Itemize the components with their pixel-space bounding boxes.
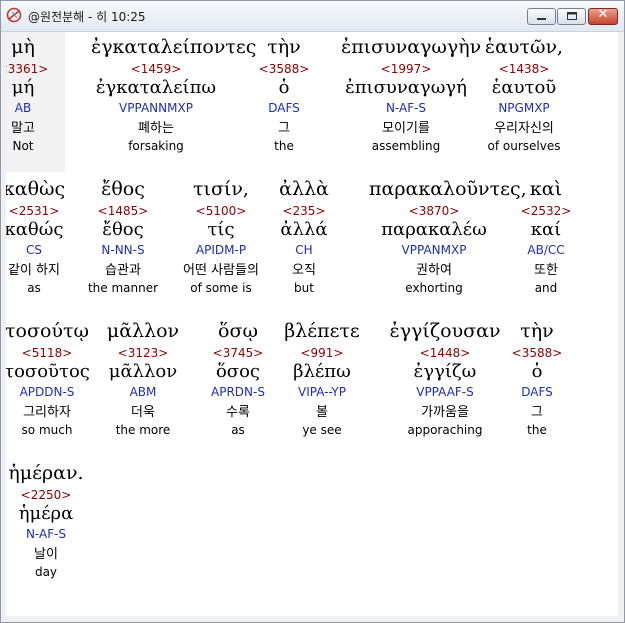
english-gloss: forsaking	[128, 139, 184, 153]
korean-gloss: 날이	[34, 547, 58, 562]
strong-number: <3588>	[258, 62, 310, 76]
strong-number: <3870>	[408, 204, 460, 218]
lemma: ὁ	[278, 77, 290, 98]
korean-gloss: 말고	[11, 121, 35, 136]
minimize-button[interactable]	[527, 8, 556, 25]
english-gloss: ye see	[302, 423, 342, 437]
lemma: ἐπισυναγωγή	[345, 77, 467, 98]
strong-number: <1997>	[380, 62, 432, 76]
greek-word: τὴν	[520, 320, 554, 342]
window-title: @원전분해 - 히 10:25	[28, 10, 146, 24]
strong-number: <1459>	[130, 62, 182, 76]
korean-gloss: 폐하는	[138, 121, 174, 136]
strong-number: <2532>	[520, 204, 572, 218]
english-gloss: exhorting	[405, 281, 463, 295]
greek-word: ἐγκαταλείποντες	[91, 36, 257, 58]
parsing-code: VIPA--YP	[298, 385, 346, 399]
maximize-icon	[567, 12, 577, 20]
strong-number: <1438>	[498, 62, 550, 76]
strong-number: <2250>	[20, 488, 72, 502]
strong-number: <991>	[300, 346, 344, 360]
korean-gloss: 그	[531, 405, 543, 420]
korean-gloss: 권하여	[416, 263, 452, 278]
parsing-code: NPGMXP	[498, 101, 550, 115]
english-gloss: assembling	[371, 139, 441, 153]
lemma: καί	[530, 219, 562, 240]
parsing-code: DAFS	[521, 385, 553, 399]
interlinear-text-area[interactable]: μὴ <3361>μή AB 말고 Not ἐγκαταλείποντες <1459>ἐγ…	[6, 32, 618, 616]
lemma: ἑαυτοῦ	[491, 77, 557, 98]
minimize-icon	[537, 18, 546, 20]
parsing-code: VPPANMXP	[401, 243, 467, 257]
title-bar[interactable]: @원전분해 - 히 10:25 ✕	[1, 1, 624, 32]
parsing-code: AB/CC	[527, 243, 565, 257]
korean-gloss: 모이기를	[382, 121, 430, 136]
korean-gloss: 우리자신의	[494, 121, 554, 136]
parsing-code: N-AF-S	[25, 527, 67, 541]
greek-word: ἀλλὰ	[279, 178, 329, 200]
english-gloss: of ourselves	[487, 139, 561, 153]
parsing-code: N-AF-S	[385, 101, 427, 115]
lemma: βλέπω	[293, 361, 351, 382]
greek-word: ἑαυτῶν,	[484, 36, 564, 58]
greek-word: παρακαλοῦντες,	[369, 178, 527, 200]
lemma: ὁ	[531, 361, 543, 382]
lemma: μή	[11, 77, 35, 98]
korean-gloss: 오직	[292, 263, 316, 278]
greek-word: ἐπισυναγωγὴν	[341, 36, 482, 58]
korean-gloss: 볼	[316, 405, 328, 420]
parsing-code: VPPANNMXP	[119, 101, 193, 115]
lemma: ἡμέρα	[18, 503, 74, 524]
parsing-code: AB	[14, 101, 32, 115]
greek-word: βλέπετε	[284, 320, 360, 342]
english-gloss: Not	[12, 139, 34, 153]
strong-number: <235>	[282, 204, 326, 218]
english-gloss: day	[34, 565, 58, 579]
greek-word: τὴν	[267, 36, 301, 58]
close-icon: ✕	[597, 7, 609, 22]
app-logo-icon	[6, 7, 22, 23]
greek-word: μὴ	[11, 36, 35, 58]
lemma: παρακαλέω	[381, 219, 487, 240]
strong-number: <3361>	[6, 62, 49, 76]
greek-word: ἡμέραν.	[8, 462, 84, 484]
english-gloss: the	[274, 139, 294, 153]
parsing-code: CH	[295, 243, 313, 257]
english-gloss: the	[527, 423, 547, 437]
greek-word: καὶ	[529, 178, 563, 200]
korean-gloss: 또한	[534, 263, 558, 278]
maximize-button[interactable]	[557, 8, 586, 25]
korean-gloss: 그	[278, 121, 290, 136]
english-gloss: and	[534, 281, 558, 295]
app-window: @원전분해 - 히 10:25 ✕ μὴ <3361>μή AB 말고 Not ἐγκατ…	[0, 0, 625, 623]
close-button[interactable]: ✕	[588, 7, 618, 25]
english-gloss: but	[294, 281, 314, 295]
lemma: ἀλλά	[280, 219, 328, 240]
lemma: ἐγκαταλείπω	[95, 77, 217, 98]
strong-number: <3588>	[511, 346, 563, 360]
parsing-code: DAFS	[268, 101, 300, 115]
